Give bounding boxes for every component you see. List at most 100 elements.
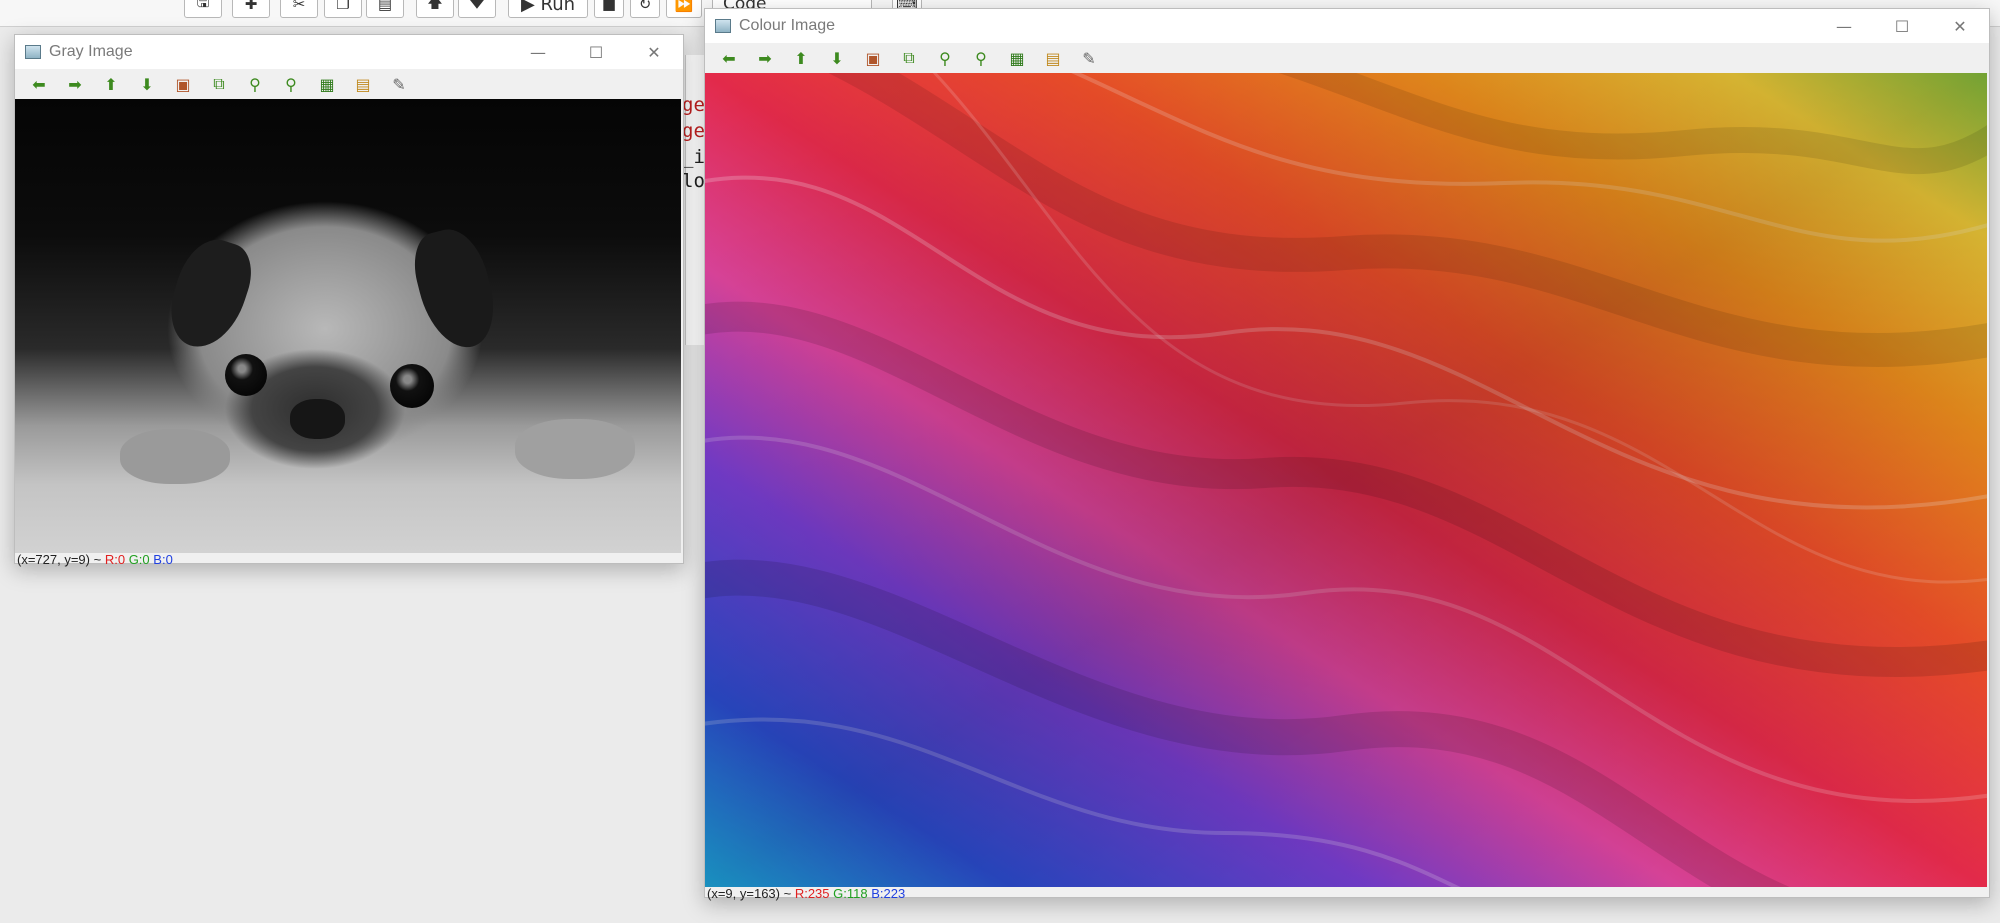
arrow-up-button[interactable]: ⬆	[93, 71, 129, 97]
pug-ear	[406, 222, 504, 356]
image-icon: ▣	[175, 74, 191, 94]
pug-ear	[159, 230, 261, 358]
paste-cell-button[interactable]: ▤	[366, 0, 404, 18]
zoom-out-button[interactable]: ⚲	[273, 71, 309, 97]
status-green-value: G:118	[833, 886, 868, 901]
arrow-right-icon: ➡	[758, 48, 772, 68]
arrow-up-icon: ⬆	[794, 48, 808, 68]
status-blue-value: B:223	[871, 886, 906, 901]
save-icon: ▦	[319, 74, 335, 94]
status-red-value: R:235	[794, 886, 830, 901]
minimize-icon: —	[1836, 16, 1852, 36]
image-button[interactable]: ▣	[855, 45, 891, 71]
add-cell-button[interactable]: ✚	[232, 0, 270, 18]
cut-cell-button[interactable]: ✂	[280, 0, 318, 18]
stop-icon: ■	[601, 0, 617, 13]
move-up-button[interactable]: 🡅	[416, 0, 454, 18]
restart-icon: ↻	[638, 0, 652, 13]
arrow-down-icon: ⬇	[140, 74, 154, 94]
image-button[interactable]: ▣	[165, 71, 201, 97]
restart-run-all-button[interactable]: ⏩	[666, 0, 702, 18]
zoom-out-button[interactable]: ⚲	[963, 45, 999, 71]
maximize-button[interactable]: ☐	[1873, 9, 1931, 43]
paste-icon: ▤	[377, 0, 393, 13]
status-blue-value: B:0	[153, 552, 173, 567]
brush-button[interactable]: ✎	[1071, 45, 1107, 71]
close-icon: ✕	[1953, 16, 1967, 36]
close-button[interactable]: ✕	[625, 35, 683, 69]
window-title: Gray Image	[49, 43, 133, 60]
pug-nose	[290, 399, 345, 439]
maximize-button[interactable]: ☐	[567, 35, 625, 69]
arrow-left-icon: ⬅	[722, 48, 736, 68]
maximize-icon: ☐	[1894, 16, 1910, 36]
pug-eye	[390, 364, 434, 408]
pixel-status-bar: (x=9, y=163) ~ R:235 G:118 B:223	[707, 886, 905, 901]
zoom-fit-icon: ⧉	[903, 48, 915, 67]
app-window-icon	[25, 45, 41, 59]
plus-icon: ✚	[244, 0, 258, 13]
arrow-up-button[interactable]: ⬆	[783, 45, 819, 71]
zoom-in-button[interactable]: ⚲	[237, 71, 273, 97]
clipboard-button[interactable]: ▤	[1035, 45, 1071, 71]
arrow-down-button[interactable]: ⬇	[819, 45, 855, 71]
image-toolbar: ⬅ ➡ ⬆ ⬇ ▣ ⧉ ⚲ ⚲ ▦ ▤ ✎	[15, 69, 683, 99]
zoom-fit-button[interactable]: ⧉	[891, 45, 927, 71]
arrow-up-icon: ⬆	[104, 74, 118, 94]
brush-button[interactable]: ✎	[381, 71, 417, 97]
save-icon: 🖫	[196, 0, 210, 11]
code-fragment: ge	[682, 120, 705, 142]
pug-grayscale-image	[15, 99, 681, 553]
brush-icon: ✎	[1082, 48, 1096, 68]
minimize-icon: —	[530, 42, 546, 62]
save-icon: ▦	[1009, 48, 1025, 68]
restart-button[interactable]: ↻	[630, 0, 660, 18]
pug-eye	[225, 354, 267, 396]
zoom-in-icon: ⚲	[249, 74, 261, 94]
arrow-left-button[interactable]: ⬅	[21, 71, 57, 97]
pug-paw	[120, 429, 230, 484]
arrow-left-icon: ⬅	[32, 74, 46, 94]
move-up-icon: 🡅	[427, 0, 443, 11]
save-notebook-button[interactable]: 🖫	[184, 0, 222, 18]
move-down-button[interactable]: 🡇	[458, 0, 496, 18]
save-button[interactable]: ▦	[309, 71, 345, 97]
arrow-right-button[interactable]: ➡	[57, 71, 93, 97]
minimize-button[interactable]: —	[509, 35, 567, 69]
gray-window-titlebar[interactable]: Gray Image — ☐ ✕	[15, 35, 683, 69]
copy-icon: ❐	[336, 0, 350, 13]
clipboard-icon: ▤	[355, 74, 371, 94]
minimize-button[interactable]: —	[1815, 9, 1873, 43]
pug-paw	[515, 419, 635, 479]
colour-window-titlebar[interactable]: Colour Image — ☐ ✕	[705, 9, 1989, 43]
arrow-right-button[interactable]: ➡	[747, 45, 783, 71]
cut-icon: ✂	[292, 0, 306, 13]
zoom-fit-button[interactable]: ⧉	[201, 71, 237, 97]
run-button[interactable]: ▶ Run	[508, 0, 588, 18]
colour-image-window[interactable]: Colour Image — ☐ ✕ ⬅ ➡ ⬆ ⬇ ▣ ⧉ ⚲ ⚲ ▦ ▤ ✎	[704, 8, 1990, 901]
interrupt-button[interactable]: ■	[594, 0, 624, 18]
zoom-in-icon: ⚲	[939, 48, 951, 68]
close-icon: ✕	[647, 42, 661, 62]
play-icon: ▶	[520, 0, 535, 15]
gray-image-window[interactable]: Gray Image — ☐ ✕ ⬅ ➡ ⬆ ⬇ ▣ ⧉ ⚲ ⚲ ▦ ▤ ✎ (x=727, y=9…	[14, 34, 684, 567]
arrow-down-icon: ⬇	[830, 48, 844, 68]
gray-image-view[interactable]	[15, 99, 683, 553]
move-down-icon: 🡇	[469, 0, 485, 11]
save-button[interactable]: ▦	[999, 45, 1035, 71]
status-coords: (x=9, y=163) ~	[707, 886, 792, 901]
arrow-down-button[interactable]: ⬇	[129, 71, 165, 97]
fast-forward-icon: ⏩	[674, 0, 694, 13]
arrow-left-button[interactable]: ⬅	[711, 45, 747, 71]
zoom-in-button[interactable]: ⚲	[927, 45, 963, 71]
run-label: Run	[540, 0, 576, 15]
zoom-out-icon: ⚲	[285, 74, 297, 94]
app-window-icon	[715, 19, 731, 33]
colour-image-view[interactable]	[705, 73, 1989, 887]
window-title: Colour Image	[739, 17, 836, 34]
copy-cell-button[interactable]: ❐	[324, 0, 362, 18]
pixel-status-bar: (x=727, y=9) ~ R:0 G:0 B:0	[17, 552, 173, 567]
close-button[interactable]: ✕	[1931, 9, 1989, 43]
rainbow-waves-image	[705, 73, 1987, 887]
clipboard-button[interactable]: ▤	[345, 71, 381, 97]
